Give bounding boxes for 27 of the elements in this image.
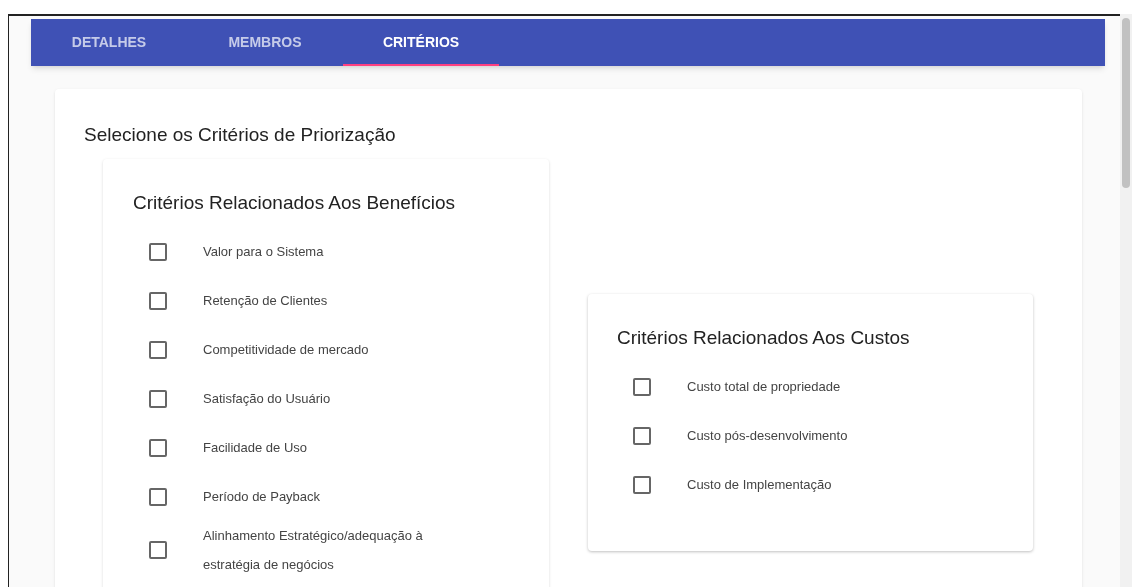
checkbox[interactable]: [149, 438, 167, 457]
checkbox-label: Período de Payback: [203, 488, 322, 506]
checkbox[interactable]: [149, 487, 167, 506]
checkbox-label: Facilidade de Uso: [203, 439, 309, 457]
checkbox[interactable]: [633, 377, 651, 396]
checkbox-label: Custo pós-desenvolvimento: [687, 427, 849, 445]
checkbox-label: Competitividade de mercado: [203, 341, 370, 359]
card-title: Critérios Relacionados Aos Benefícios: [133, 191, 457, 215]
checkbox-label: Custo total de propriedade: [687, 378, 842, 396]
checkbox[interactable]: [149, 389, 167, 408]
card-title: Critérios Relacionados Aos Custos: [617, 326, 911, 350]
checkbox[interactable]: [149, 541, 167, 559]
checkbox[interactable]: [149, 242, 167, 261]
scrollbar[interactable]: [1120, 14, 1132, 587]
checkbox-label: Valor para o Sistema: [203, 243, 325, 261]
section-title: Selecione os Critérios de Priorização: [84, 123, 397, 147]
tab[interactable]: DETALHES: [31, 19, 187, 66]
checkbox-label: Custo de Implementação: [687, 476, 833, 494]
checkbox[interactable]: [149, 340, 167, 359]
tab[interactable]: CRITÉRIOS: [343, 19, 499, 66]
checkbox-label: Retenção de Clientes: [203, 292, 329, 310]
checkbox[interactable]: [633, 475, 651, 494]
checkbox-label: Satisfação do Usuário: [203, 390, 332, 408]
checkbox-label: Alinhamento Estratégico/adequação à estratégia de negócios: [203, 527, 424, 574]
checkbox[interactable]: [149, 291, 167, 310]
tab[interactable]: MEMBROS: [187, 19, 343, 66]
checkbox[interactable]: [633, 426, 651, 445]
